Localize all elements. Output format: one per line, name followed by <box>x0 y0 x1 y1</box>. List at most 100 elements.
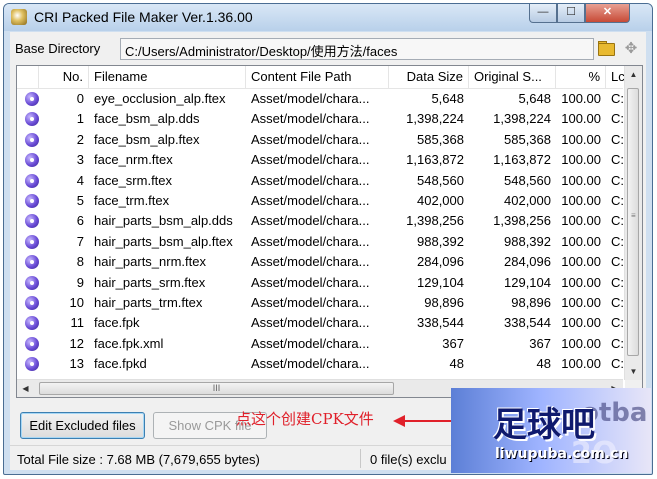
cell-data-size: 48 <box>449 356 464 372</box>
maximize-button[interactable]: ☐ <box>557 4 585 23</box>
cell-no: 12 <box>69 335 84 351</box>
cell-filename: face_trm.ftex <box>94 192 170 208</box>
minimize-button[interactable]: — <box>529 4 557 23</box>
cell-no: 11 <box>70 315 85 331</box>
file-icon <box>25 132 39 147</box>
file-icon <box>25 295 39 310</box>
annotation-text: 点这个创建CPK文件 <box>236 410 374 428</box>
cell-percent: 100.00 <box>561 111 601 127</box>
cell-original-size: 1,398,256 <box>493 213 551 229</box>
cell-percent: 100.00 <box>561 192 601 208</box>
cell-data-size: 5,648 <box>431 91 464 106</box>
cell-no: 2 <box>76 131 84 147</box>
table-row[interactable]: 3 face_nrm.ftex Asset/model/chara... 1,163,… <box>17 150 624 170</box>
table-row[interactable]: 11 face.fpk Asset/model/chara... 338,544 338… <box>17 313 624 333</box>
table-row[interactable]: 2 face_bsm_alp.ftex Asset/model/chara... 58… <box>17 130 624 150</box>
cell-no: 7 <box>76 233 84 249</box>
watermark-logo: otba 2O 足球吧 liwupuba.com.cn <box>451 388 651 473</box>
app-icon <box>11 9 27 25</box>
horizontal-scroll-thumb[interactable]: III <box>39 382 394 395</box>
cell-content-path: Asset/model/chara... <box>251 131 370 147</box>
file-icon <box>25 316 39 331</box>
table-row[interactable]: 1 face_bsm_alp.dds Asset/model/chara... 1,3… <box>17 109 624 129</box>
cell-original-size: 98,896 <box>511 294 551 310</box>
cell-percent: 100.00 <box>561 274 601 290</box>
cell-percent: 100.00 <box>561 315 601 331</box>
cell-percent: 100.00 <box>561 356 601 372</box>
cell-data-size: 548,560 <box>417 172 464 188</box>
cell-filename: hair_parts_srm.ftex <box>94 274 206 290</box>
cell-no: 9 <box>76 274 84 290</box>
file-icon <box>25 357 39 372</box>
cell-original-size: 284,096 <box>504 254 551 270</box>
table-row[interactable]: 6 hair_parts_bsm_alp.dds Asset/model/chara… <box>17 211 624 231</box>
table-row[interactable]: 5 face_trm.ftex Asset/model/chara... 402,00… <box>17 191 624 211</box>
cell-filename: hair_parts_nrm.ftex <box>94 254 206 270</box>
table-row[interactable]: 10 hair_parts_trm.ftex Asset/model/chara..… <box>17 293 624 313</box>
window-title: CRI Packed File Maker Ver.1.36.00 <box>34 9 253 25</box>
cell-original-size: 5,648 <box>518 91 551 106</box>
table-row[interactable]: 7 hair_parts_bsm_alp.ftex Asset/model/char… <box>17 232 624 252</box>
title-bar[interactable]: CRI Packed File Maker Ver.1.36.00 — ☐ ✕ <box>4 4 652 31</box>
cell-content-path: Asset/model/chara... <box>251 315 370 331</box>
base-directory-label: Base Directory <box>15 41 101 56</box>
vertical-scroll-thumb[interactable]: ≡ <box>627 88 639 356</box>
cell-original-size: 367 <box>529 335 551 351</box>
total-file-size: Total File size : 7.68 MB (7,679,655 byt… <box>17 452 260 467</box>
cell-content-path: Asset/model/chara... <box>251 294 370 310</box>
scroll-left-icon[interactable]: ◀ <box>17 380 34 397</box>
table-row[interactable]: 4 face_srm.ftex Asset/model/chara... 548,56… <box>17 171 624 191</box>
cell-no: 1 <box>76 111 84 127</box>
status-separator <box>360 449 361 468</box>
cell-data-size: 367 <box>442 335 464 351</box>
file-icon <box>25 153 39 168</box>
cell-data-size: 338,544 <box>417 315 464 331</box>
folder-icon[interactable] <box>597 40 615 56</box>
cell-no: 10 <box>69 294 84 310</box>
header-location[interactable]: Lc <box>606 66 626 88</box>
cell-no: 5 <box>76 192 84 208</box>
header-original-size[interactable]: Original S... <box>469 66 556 88</box>
table-row[interactable]: 12 face.fpk.xml Asset/model/chara... 367 367… <box>17 334 624 354</box>
table-row[interactable]: 13 face.fpkd Asset/model/chara... 48 48 100.0… <box>17 354 624 374</box>
cell-percent: 100.00 <box>561 152 601 168</box>
header-filename[interactable]: Filename <box>89 66 246 88</box>
vertical-scrollbar[interactable]: ▲ ≡ ▼ <box>624 66 642 380</box>
table-row[interactable]: 8 hair_parts_nrm.ftex Asset/model/chara...… <box>17 252 624 272</box>
edit-excluded-files-button[interactable]: Edit Excluded files <box>20 412 145 439</box>
file-icon <box>25 173 39 188</box>
cell-filename: hair_parts_trm.ftex <box>94 294 203 310</box>
header-icon-column[interactable] <box>17 66 39 88</box>
header-data-size[interactable]: Data Size <box>389 66 469 88</box>
cell-original-size: 129,104 <box>504 274 551 290</box>
cell-no: 3 <box>76 152 84 168</box>
cell-content-path: Asset/model/chara... <box>251 233 370 249</box>
cell-filename: face_nrm.ftex <box>94 152 173 168</box>
cell-filename: face.fpkd <box>94 356 147 372</box>
header-no[interactable]: No. <box>39 66 89 88</box>
table-row[interactable]: 9 hair_parts_srm.ftex Asset/model/chara...… <box>17 273 624 293</box>
file-icon <box>25 112 39 127</box>
scroll-down-icon[interactable]: ▼ <box>625 363 642 380</box>
file-list[interactable]: No. Filename Content File Path Data Size… <box>16 65 643 398</box>
base-directory-input[interactable]: C:/Users/Administrator/Desktop/使用方法/face… <box>120 38 594 60</box>
list-rows: 0 eye_occlusion_alp.ftex Asset/model/chara… <box>17 89 624 374</box>
cell-data-size: 129,104 <box>417 274 464 290</box>
cell-data-size: 1,398,256 <box>406 213 464 229</box>
settings-icon[interactable]: ✥ <box>622 40 640 58</box>
header-content-path[interactable]: Content File Path <box>246 66 389 88</box>
cell-original-size: 1,163,872 <box>493 152 551 168</box>
close-button[interactable]: ✕ <box>585 4 630 23</box>
cell-data-size: 284,096 <box>417 254 464 270</box>
header-percent[interactable]: % <box>556 66 606 88</box>
file-icon <box>25 193 39 208</box>
cell-filename: face_bsm_alp.dds <box>94 111 200 127</box>
cell-no: 0 <box>76 91 84 106</box>
cell-data-size: 1,163,872 <box>406 152 464 168</box>
cell-original-size: 1,398,224 <box>493 111 551 127</box>
excluded-files-count: 0 file(s) exclu <box>370 452 447 467</box>
scroll-up-icon[interactable]: ▲ <box>625 66 642 83</box>
cell-percent: 100.00 <box>561 91 601 106</box>
table-row[interactable]: 0 eye_occlusion_alp.ftex Asset/model/chara… <box>17 89 624 109</box>
cell-original-size: 48 <box>536 356 551 372</box>
